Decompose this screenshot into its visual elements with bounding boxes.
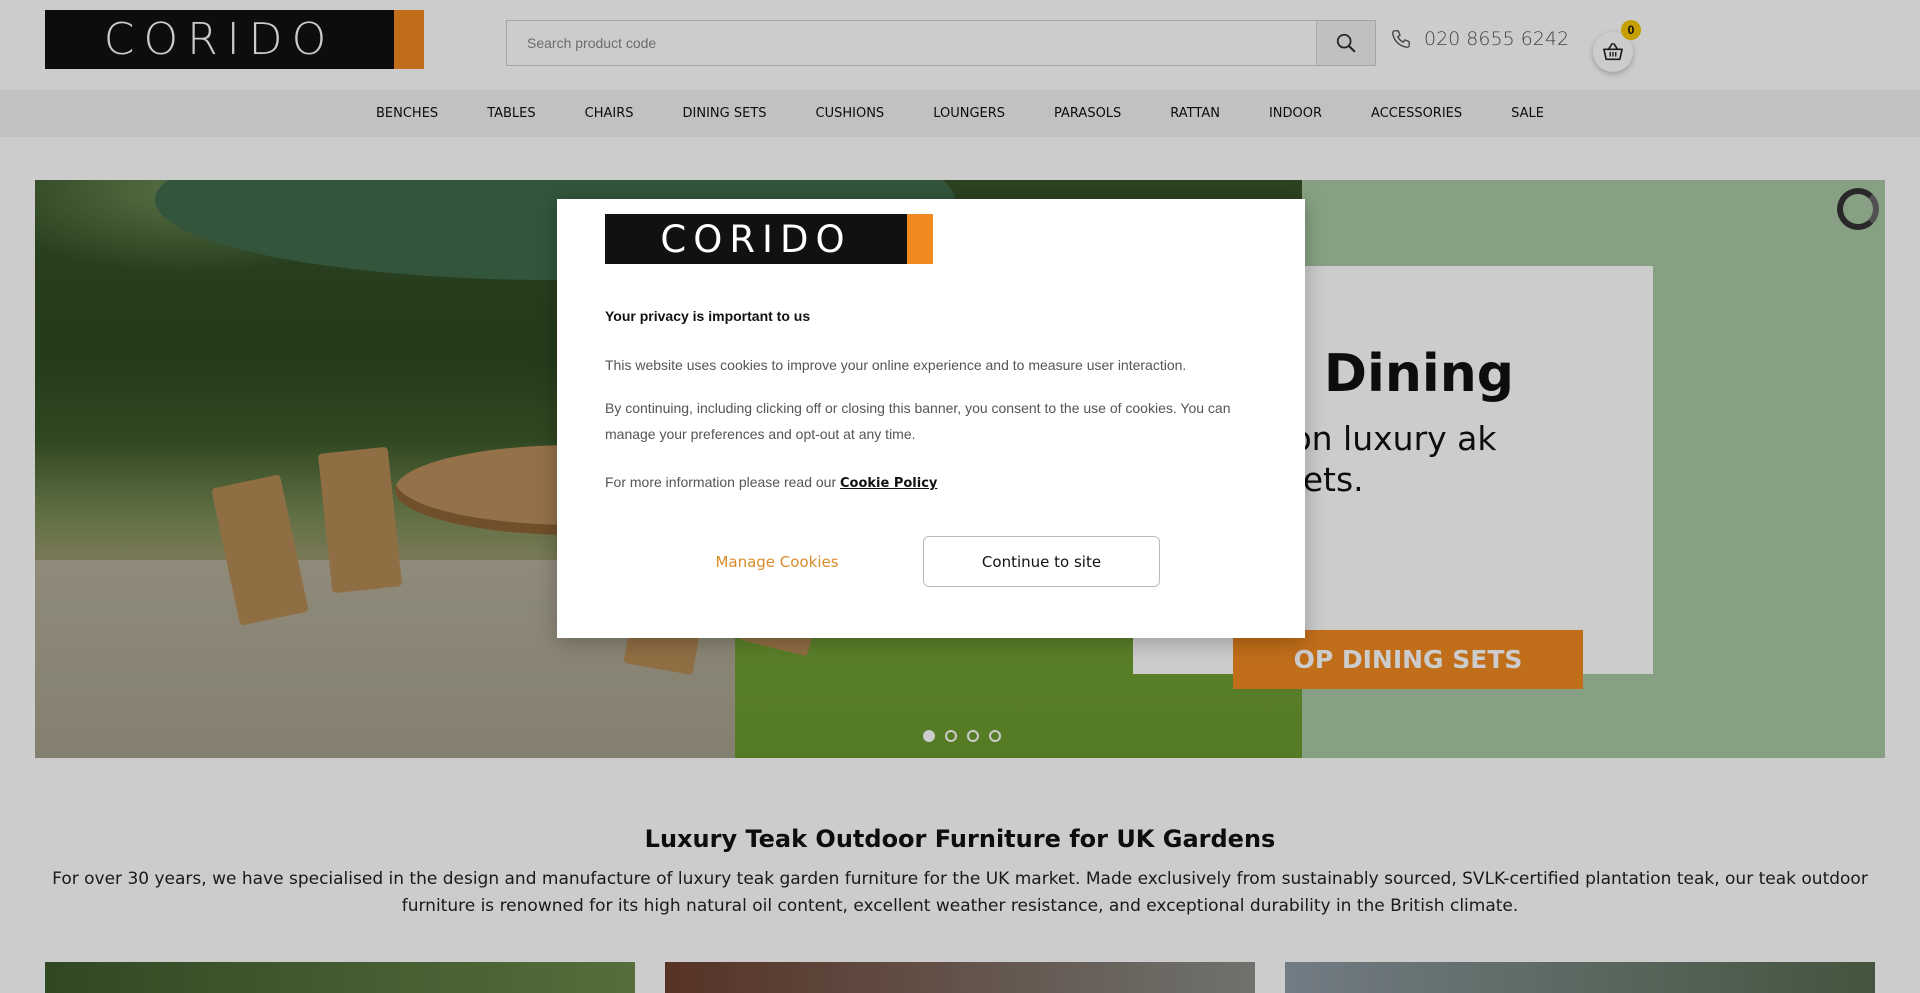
policy-prefix-text: For more information please read our [605,474,840,490]
modal-logo-accent [907,214,933,264]
modal-paragraph: This website uses cookies to improve you… [605,357,1187,373]
continue-to-site-button[interactable]: Continue to site [923,536,1160,587]
modal-logo: CORIDO [605,214,933,264]
cookie-policy-link[interactable]: Cookie Policy [840,476,937,491]
manage-cookies-button[interactable]: Manage Cookies [677,537,877,587]
modal-heading: Your privacy is important to us [605,308,811,324]
modal-paragraph: For more information please read our Coo… [605,469,937,497]
modal-logo-text: CORIDO [660,217,852,261]
cookie-consent-modal: CORIDO Your privacy is important to us T… [557,199,1305,638]
modal-paragraph: By continuing, including clicking off or… [605,400,1231,442]
